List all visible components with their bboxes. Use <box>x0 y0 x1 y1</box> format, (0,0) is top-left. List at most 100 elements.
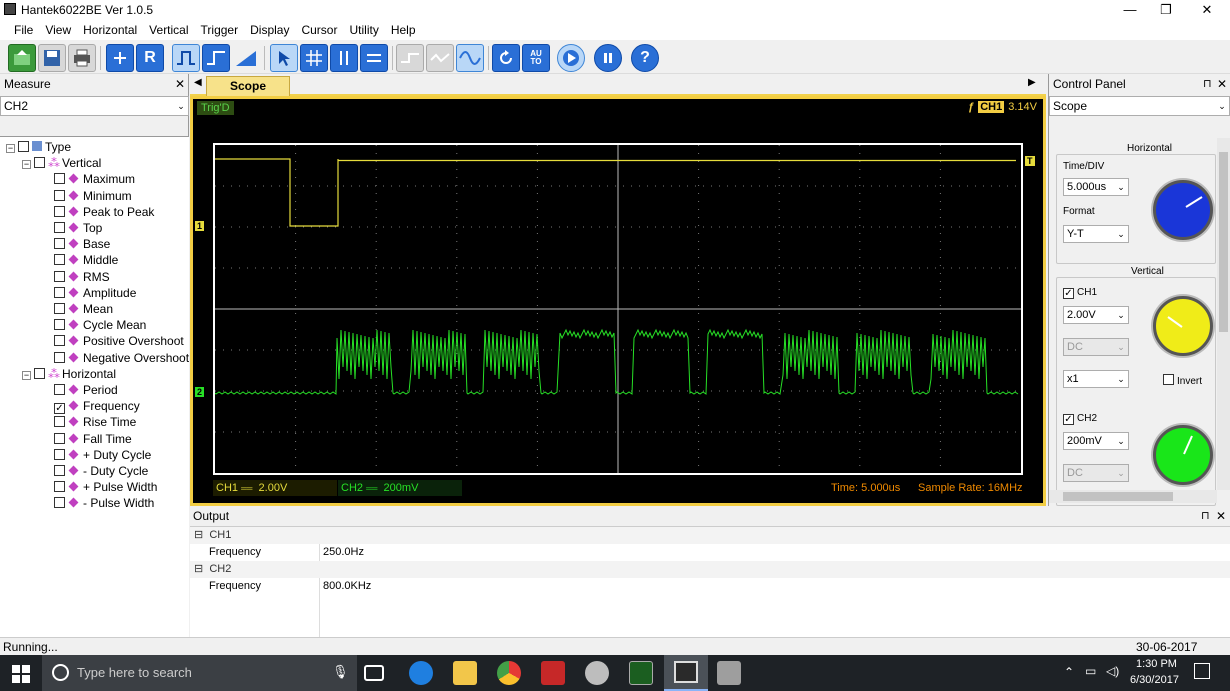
control-close-icon[interactable]: ✕ <box>1217 77 1227 91</box>
save-icon[interactable] <box>38 44 66 72</box>
step-wave-icon[interactable] <box>396 44 424 72</box>
ch1-volt-knob[interactable] <box>1153 296 1213 356</box>
trigger-level-marker[interactable]: T <box>1025 156 1035 166</box>
taskbar-date[interactable]: 6/30/2017 <box>1130 674 1179 686</box>
ch1-coupling-select[interactable]: DC ⌄ <box>1063 338 1129 356</box>
invert-checkbox[interactable]: Invert <box>1163 374 1202 387</box>
tree-item-peak-to-peak[interactable]: Peak to Peak <box>54 204 154 220</box>
edge-icon[interactable] <box>409 661 433 685</box>
tray-chevron-icon[interactable]: ⌃ <box>1064 665 1074 679</box>
tree-item-rms[interactable]: RMS <box>54 269 110 285</box>
hantek-app-taskbar-button[interactable] <box>664 655 708 691</box>
volume-icon[interactable]: ◁) <box>1106 664 1119 678</box>
menu-display[interactable]: Display <box>244 20 295 37</box>
menu-cursor[interactable]: Cursor <box>295 20 343 37</box>
acrobat-icon[interactable] <box>541 661 565 685</box>
single-pulse-icon[interactable] <box>172 44 200 72</box>
control-scrollbar[interactable] <box>1217 138 1230 490</box>
timebase-knob[interactable] <box>1153 180 1213 240</box>
format-select[interactable]: Y-T ⌄ <box>1063 225 1129 243</box>
tree-item-period[interactable]: Period <box>54 382 118 398</box>
output-group-ch1[interactable]: ⊟ CH1 <box>190 527 1230 544</box>
slope-icon[interactable] <box>232 44 260 72</box>
autoset-icon[interactable] <box>106 44 134 72</box>
sine-wave-icon[interactable] <box>456 44 484 72</box>
tree-item-middle[interactable]: Middle <box>54 252 118 268</box>
taskbar-search-box[interactable]: Type here to search 🎙 <box>42 655 357 691</box>
tree-item-minimum[interactable]: Minimum <box>54 188 132 204</box>
timediv-select[interactable]: 5.000us ⌄ <box>1063 178 1129 196</box>
microphone-icon[interactable]: 🎙 <box>332 664 349 680</box>
task-view-icon[interactable] <box>364 665 384 681</box>
menu-utility[interactable]: Utility <box>343 20 384 37</box>
box-app-icon[interactable] <box>717 661 741 685</box>
ch2-volt-knob[interactable] <box>1153 425 1213 485</box>
ch1-marker[interactable]: 1 <box>195 221 205 231</box>
reset-icon[interactable]: R <box>136 44 164 72</box>
vertical-cursor-icon[interactable] <box>330 44 358 72</box>
tree-item--pulse-width[interactable]: + Pulse Width <box>54 479 157 495</box>
cursor-select-icon[interactable] <box>270 44 298 72</box>
tree-item--duty-cycle[interactable]: - Duty Cycle <box>54 463 148 479</box>
menu-vertical[interactable]: Vertical <box>143 20 194 37</box>
tree-item-rise-time[interactable]: Rise Time <box>54 414 136 430</box>
output-group-ch2[interactable]: ⊟ CH2 <box>190 561 1230 578</box>
tree-root-type[interactable]: − Type <box>6 139 71 155</box>
auto-icon[interactable]: AU TO <box>522 44 550 72</box>
control-hscrollbar[interactable] <box>1049 490 1217 503</box>
taskbar-time[interactable]: 1:30 PM <box>1136 658 1177 670</box>
refresh-icon[interactable] <box>492 44 520 72</box>
control-mode-select[interactable]: Scope ⌄ <box>1049 96 1230 116</box>
ch1-probe-select[interactable]: x1 ⌄ <box>1063 370 1129 388</box>
tree-horizontal-group[interactable]: − ⁂ Horizontal <box>22 366 116 382</box>
chrome-icon[interactable] <box>497 661 521 685</box>
menu-horizontal[interactable]: Horizontal <box>77 20 143 37</box>
oscilloscope-app-icon[interactable] <box>629 661 653 685</box>
file-explorer-icon[interactable] <box>453 661 477 685</box>
tree-item-mean[interactable]: Mean <box>54 301 113 317</box>
windows-start-icon[interactable] <box>12 665 30 686</box>
ch2-marker[interactable]: 2 <box>195 387 205 397</box>
output-close-icon[interactable]: ✕ <box>1216 506 1226 526</box>
tree-item-negative-overshoot[interactable]: Negative Overshoot <box>54 350 189 366</box>
line-wave-icon[interactable] <box>426 44 454 72</box>
maximize-button[interactable]: ❐ <box>1143 0 1189 20</box>
help-icon[interactable]: ? <box>631 44 659 72</box>
tree-item-amplitude[interactable]: Amplitude <box>54 285 136 301</box>
control-pin-icon[interactable]: ⊓ <box>1203 77 1212 90</box>
tree-item--duty-cycle[interactable]: + Duty Cycle <box>54 447 151 463</box>
network-icon[interactable]: ▭ <box>1085 664 1096 678</box>
tree-vertical-group[interactable]: − ⁂ Vertical <box>22 155 101 171</box>
measure-channel-select[interactable]: CH2 ⌄ <box>0 96 189 116</box>
waveform-screen[interactable] <box>213 143 1023 475</box>
tree-item-top[interactable]: Top <box>54 220 102 236</box>
ch2-coupling-select[interactable]: DC ⌄ <box>1063 464 1129 482</box>
open-icon[interactable] <box>8 44 36 72</box>
ch1-volt-select[interactable]: 2.00V ⌄ <box>1063 306 1129 324</box>
horizontal-cursor-icon[interactable] <box>360 44 388 72</box>
app-icon-misc[interactable] <box>585 661 609 685</box>
print-icon[interactable] <box>68 44 96 72</box>
tree-item-cycle-mean[interactable]: Cycle Mean <box>54 317 146 333</box>
tree-item--pulse-width[interactable]: - Pulse Width <box>54 495 154 511</box>
menu-view[interactable]: View <box>39 20 77 37</box>
grid-icon[interactable] <box>300 44 328 72</box>
tree-item-base[interactable]: Base <box>54 236 110 252</box>
tree-item-frequency[interactable]: ✓ Frequency <box>54 398 140 415</box>
tree-item-fall-time[interactable]: Fall Time <box>54 431 132 447</box>
menu-help[interactable]: Help <box>385 20 422 37</box>
tab-scope[interactable]: Scope <box>206 76 290 96</box>
tab-scroll-left-icon[interactable]: ◀ <box>194 77 202 88</box>
pause-icon[interactable] <box>594 44 622 72</box>
action-center-icon[interactable] <box>1194 663 1210 679</box>
menu-trigger[interactable]: Trigger <box>195 20 245 37</box>
output-pin-icon[interactable]: ⊓ <box>1201 506 1210 526</box>
close-button[interactable]: ✕ <box>1184 0 1230 20</box>
trigger-edge-icon[interactable] <box>202 44 230 72</box>
tab-scroll-right-icon[interactable]: ▶ <box>1028 77 1036 88</box>
ch2-enable-checkbox[interactable]: ✓ CH2 <box>1063 413 1097 425</box>
menu-file[interactable]: File <box>8 20 39 37</box>
tree-item-maximum[interactable]: Maximum <box>54 171 135 187</box>
measure-close-icon[interactable]: ✕ <box>175 77 185 91</box>
ch1-enable-checkbox[interactable]: ✓ CH1 <box>1063 287 1097 299</box>
